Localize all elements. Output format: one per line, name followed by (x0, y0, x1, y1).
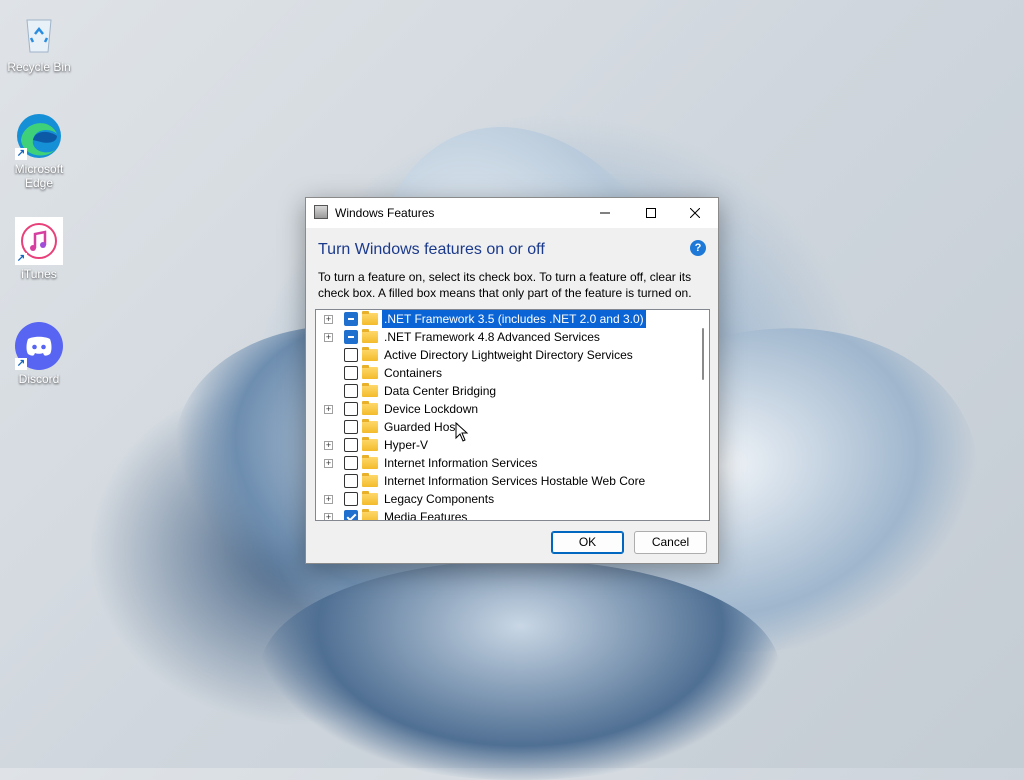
desktop-icon-label: Recycle Bin (7, 60, 71, 74)
minimize-icon (600, 212, 610, 214)
features-tree[interactable]: + .NET Framework 3.5 (includes .NET 2.0 a… (315, 309, 710, 521)
recycle-bin-icon (15, 10, 63, 58)
feature-label: Media Features (384, 510, 468, 521)
itunes-icon: ↗ (15, 217, 63, 265)
feature-label: .NET Framework 4.8 Advanced Services (384, 330, 600, 344)
feature-label: Internet Information Services Hostable W… (384, 474, 646, 488)
desktop-icon-label: Discord (18, 372, 60, 386)
feature-row[interactable]: + .NET Framework 4.8 Advanced Services (316, 328, 696, 346)
shortcut-arrow-icon: ↗ (15, 358, 27, 370)
title-bar[interactable]: Windows Features (306, 198, 718, 228)
feature-checkbox[interactable] (344, 474, 358, 488)
feature-checkbox[interactable] (344, 330, 358, 344)
feature-label: Legacy Components (384, 492, 495, 506)
feature-checkbox[interactable] (344, 492, 358, 506)
feature-checkbox[interactable] (344, 402, 358, 416)
folder-icon (362, 473, 378, 487)
minimize-button[interactable] (582, 198, 628, 228)
ok-button[interactable]: OK (551, 531, 624, 554)
feature-row[interactable]: Containers (316, 364, 696, 382)
shortcut-arrow-icon: ↗ (15, 253, 27, 265)
folder-icon (362, 455, 378, 469)
folder-icon (362, 437, 378, 451)
feature-label: .NET Framework 3.5 (includes .NET 2.0 an… (382, 310, 646, 328)
dialog-title: Windows Features (335, 206, 435, 220)
close-button[interactable] (672, 198, 718, 228)
feature-row[interactable]: Internet Information Services Hostable W… (316, 472, 696, 490)
expand-icon[interactable]: + (324, 495, 333, 504)
feature-label: Data Center Bridging (384, 384, 497, 398)
feature-label: Device Lockdown (384, 402, 479, 416)
scrollbar[interactable] (697, 310, 709, 520)
maximize-icon (646, 208, 656, 218)
edge-icon: ↗ (15, 112, 63, 160)
feature-row[interactable]: + Device Lockdown (316, 400, 696, 418)
feature-row[interactable]: + Legacy Components (316, 490, 696, 508)
expand-icon[interactable]: + (324, 459, 333, 468)
page-heading: Turn Windows features on or off (318, 241, 545, 258)
folder-icon (362, 365, 378, 379)
expand-icon[interactable]: + (324, 513, 333, 520)
cancel-button[interactable]: Cancel (634, 531, 707, 554)
feature-row[interactable]: Guarded Host (316, 418, 696, 436)
expand-icon[interactable]: + (324, 441, 333, 450)
windows-features-dialog: Windows Features Turn Windows features o… (305, 197, 719, 564)
feature-row[interactable]: + .NET Framework 3.5 (includes .NET 2.0 a… (316, 310, 696, 328)
feature-checkbox[interactable] (344, 312, 358, 326)
shortcut-arrow-icon: ↗ (15, 148, 27, 160)
folder-icon (362, 491, 378, 505)
folder-icon (362, 383, 378, 397)
feature-label: Hyper-V (384, 438, 429, 452)
feature-row[interactable]: + Media Features (316, 508, 696, 521)
folder-icon (362, 401, 378, 415)
desktop-icon-itunes[interactable]: ↗ iTunes (1, 217, 77, 281)
feature-checkbox[interactable] (344, 456, 358, 470)
folder-icon (362, 509, 378, 520)
scrollbar-thumb[interactable] (702, 328, 704, 380)
feature-label: Active Directory Lightweight Directory S… (384, 348, 633, 362)
feature-row[interactable]: + Internet Information Services (316, 454, 696, 472)
feature-checkbox[interactable] (344, 510, 358, 520)
discord-icon: ↗ (15, 322, 63, 370)
windows-features-icon (314, 205, 328, 219)
folder-icon (362, 347, 378, 361)
feature-checkbox[interactable] (344, 420, 358, 434)
folder-icon (362, 329, 378, 343)
feature-label: Internet Information Services (384, 456, 538, 470)
feature-checkbox[interactable] (344, 348, 358, 362)
feature-checkbox[interactable] (344, 438, 358, 452)
feature-row[interactable]: + Hyper-V (316, 436, 696, 454)
desktop-icon-microsoft-edge[interactable]: ↗ Microsoft Edge (1, 112, 77, 190)
desktop-icon-recycle-bin[interactable]: Recycle Bin (1, 10, 77, 74)
maximize-button[interactable] (628, 198, 674, 228)
expand-icon[interactable]: + (324, 315, 333, 324)
feature-label: Guarded Host (384, 420, 459, 434)
feature-checkbox[interactable] (344, 384, 358, 398)
feature-label: Containers (384, 366, 443, 380)
expand-icon[interactable]: + (324, 333, 333, 342)
folder-icon (362, 311, 378, 325)
desktop-icon-label: Microsoft Edge (14, 162, 64, 190)
desktop-icon-discord[interactable]: ↗ Discord (1, 322, 77, 386)
close-icon (689, 207, 701, 219)
help-icon[interactable]: ? (690, 240, 706, 256)
description-text: To turn a feature on, select its check b… (318, 270, 692, 300)
feature-row[interactable]: Active Directory Lightweight Directory S… (316, 346, 696, 364)
folder-icon (362, 419, 378, 433)
desktop-icon-label: iTunes (21, 267, 57, 281)
feature-checkbox[interactable] (344, 366, 358, 380)
feature-row[interactable]: Data Center Bridging (316, 382, 696, 400)
expand-icon[interactable]: + (324, 405, 333, 414)
